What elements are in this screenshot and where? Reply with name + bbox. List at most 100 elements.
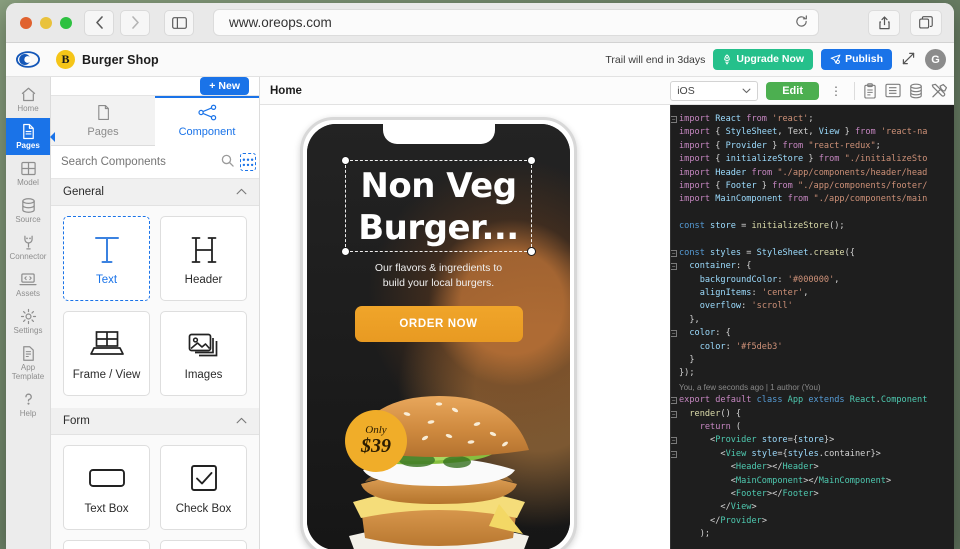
tab-component-label: Component <box>178 126 236 138</box>
reload-icon[interactable] <box>795 14 808 31</box>
hero-title-line2: Burger... <box>358 208 519 248</box>
sidebar-item-settings[interactable]: Settings <box>6 303 50 340</box>
clipboard-icon[interactable] <box>863 82 877 99</box>
hero-subtitle: Our flavors & ingredients to build your … <box>307 261 570 291</box>
sidebar-item-assets[interactable]: Assets <box>6 266 50 303</box>
maximize-window-button[interactable] <box>60 16 72 29</box>
resize-handle-bottom-left[interactable] <box>341 247 351 256</box>
panel-toolbar: + New <box>51 77 259 95</box>
code-line: <Footer></Footer> <box>679 488 819 499</box>
database-icon <box>21 198 35 213</box>
search-icon[interactable] <box>221 154 234 170</box>
code-editor[interactable]: − import React from 'react'; import { Styl… <box>670 105 954 549</box>
publish-button[interactable]: Publish <box>821 49 892 70</box>
code-fold-toggle-icon[interactable]: − <box>671 397 677 405</box>
code-fold-toggle-icon[interactable]: − <box>671 116 677 123</box>
new-button-label: New <box>218 80 240 92</box>
component-header[interactable]: Header <box>160 216 247 301</box>
component-radio-button[interactable] <box>63 540 150 549</box>
component-frame-view[interactable]: Frame / View <box>63 311 150 396</box>
database-icon[interactable] <box>909 83 923 99</box>
code-line: import { StyleSheet, Text, View } from '… <box>679 127 928 138</box>
platform-select[interactable]: iOS <box>670 80 759 101</box>
edit-button[interactable]: Edit <box>766 81 819 100</box>
phone-screen: Non Veg Burger... Our flavors & ingredie… <box>307 124 570 549</box>
code-fold-toggle-icon[interactable]: − <box>671 263 677 271</box>
search-row <box>51 146 259 179</box>
oreops-eye-logo[interactable] <box>16 51 40 68</box>
header-actions: Trail will end in 3days Upgrade Now Publ… <box>605 49 946 70</box>
tab-component[interactable]: Component <box>155 96 259 146</box>
component-grid-general: Text Header Frame / View Images <box>51 206 259 408</box>
resize-handle-top-left[interactable] <box>341 156 351 165</box>
sidebar-item-label: Home <box>17 104 39 113</box>
breadcrumb: Home <box>270 84 302 97</box>
code-line: − const styles = StyleSheet.create({ <box>671 247 855 258</box>
forward-button[interactable] <box>120 9 150 36</box>
code-fold-toggle-icon[interactable]: − <box>671 249 677 257</box>
component-text-box[interactable]: Text Box <box>63 445 150 530</box>
back-button[interactable] <box>84 9 114 36</box>
selected-text-element[interactable]: Non Veg Burger... <box>341 156 536 256</box>
resize-handle-top-right[interactable] <box>526 156 536 165</box>
search-input[interactable] <box>61 156 215 168</box>
component-check-box[interactable]: Check Box <box>160 445 247 530</box>
page-icon <box>51 104 155 124</box>
sidebar-item-model[interactable]: Model <box>6 155 50 192</box>
avatar[interactable]: G <box>925 49 946 70</box>
kebab-menu-icon[interactable]: ⋮ <box>827 84 846 98</box>
resize-handle-bottom-right[interactable] <box>526 247 536 256</box>
tab-pages[interactable]: Pages <box>51 96 155 146</box>
grid-view-icon[interactable] <box>240 153 256 171</box>
tabs-icon[interactable] <box>910 9 942 36</box>
project-name-group[interactable]: B Burger Shop <box>56 50 159 69</box>
code-line: import { initializeStore } from "./initi… <box>679 154 928 165</box>
sidebar-item-home[interactable]: Home <box>6 81 50 118</box>
upgrade-now-button[interactable]: Upgrade Now <box>713 49 814 70</box>
component-images[interactable]: Images <box>160 311 247 396</box>
code-fold-toggle-icon[interactable]: − <box>671 450 677 458</box>
code-line: import { Footer } from "./app/components… <box>679 180 928 191</box>
chevron-down-icon <box>742 85 751 97</box>
section-header-form[interactable]: Form <box>51 408 259 435</box>
tools-icon[interactable] <box>931 83 948 99</box>
sidebar-item-connector[interactable]: Connector <box>6 229 50 266</box>
section-header-general[interactable]: General <box>51 179 259 206</box>
text-T-icon <box>93 232 121 266</box>
code-line: }); <box>679 368 695 379</box>
sidebar-item-help[interactable]: Help <box>6 386 50 423</box>
code-line: − export default class App extends React.… <box>671 395 928 406</box>
sidebar-item-pages[interactable]: Pages <box>6 118 50 155</box>
list-icon[interactable] <box>885 83 901 98</box>
left-nav-rail: Home Pages Model Source Connector Assets… <box>6 77 51 549</box>
component-text[interactable]: Text <box>63 216 150 301</box>
code-line: − <Provider store={store}> <box>671 435 835 446</box>
minimize-window-button[interactable] <box>40 16 52 29</box>
share-icon[interactable] <box>868 9 900 36</box>
home-icon <box>21 87 35 102</box>
code-fold-toggle-icon[interactable]: − <box>671 410 677 418</box>
publish-label: Publish <box>845 53 883 66</box>
code-line: backgroundColor: '#000000', <box>699 274 840 285</box>
price-badge: Only $39 <box>345 410 407 472</box>
page-icon <box>22 123 34 140</box>
order-now-button[interactable]: ORDER NOW <box>354 306 523 342</box>
sidebar-toggle-button[interactable] <box>164 9 194 36</box>
new-button[interactable]: + New <box>200 77 249 95</box>
code-fold-toggle-icon[interactable]: − <box>671 437 677 445</box>
close-window-button[interactable] <box>20 16 32 29</box>
screenshot-root: www.oreops.com B Burger Shop Trail will … <box>0 0 960 549</box>
sidebar-item-label: Help <box>19 409 37 418</box>
url-bar[interactable]: www.oreops.com <box>213 9 819 36</box>
sidebar-item-label: App Template <box>11 363 45 381</box>
sidebar-item-source[interactable]: Source <box>6 192 50 229</box>
code-line: − render() { <box>671 408 742 419</box>
code-blame-annotation: You, a few seconds ago | 1 author (You) <box>679 382 821 392</box>
component-toggle-switch[interactable] <box>160 540 247 549</box>
expand-diagonal-icon[interactable] <box>900 52 917 68</box>
checkbox-icon <box>190 461 218 495</box>
sidebar-item-app-template[interactable]: App Template <box>6 340 50 386</box>
code-fold-toggle-icon[interactable]: − <box>671 330 677 338</box>
